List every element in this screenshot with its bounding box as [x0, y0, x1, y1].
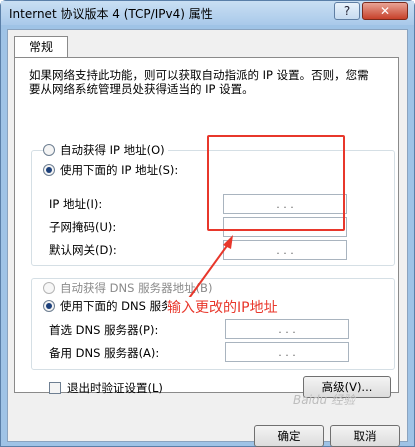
dialog-window: Internet 协议版本 4 (TCP/IPv4) 属性 ? ✕ 常规 如果网…	[0, 0, 415, 447]
watermark: Baidu 经验	[293, 393, 355, 407]
annotation-text: 输入更改的IP地址	[167, 297, 278, 317]
annotation-arrow-icon	[186, 235, 233, 302]
